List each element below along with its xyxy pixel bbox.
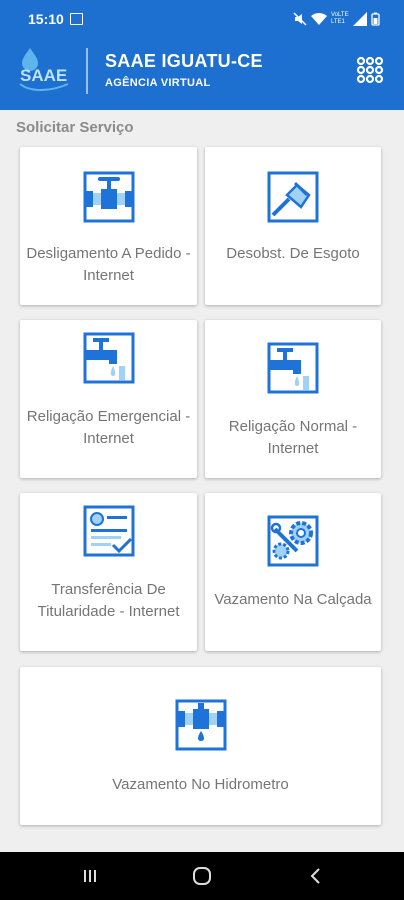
status-bar: 15:10 VoLTE LTE1 [0,0,404,38]
service-label: Desligamento A Pedido - Internet [26,245,191,284]
system-nav-bar [0,852,404,900]
service-label: Transferência De Titularidade - Internet [37,581,180,620]
apps-grid-icon[interactable] [356,56,384,84]
service-card-religacao-normal[interactable]: Religação Normal - Internet [205,320,381,478]
gallery-notification-icon [70,13,83,25]
faucet-icon [267,342,319,394]
service-card-desligamento[interactable]: Desligamento A Pedido - Internet [20,147,197,305]
service-card-desobstrucao[interactable]: Desobst. De Esgoto [205,147,381,305]
back-icon[interactable] [306,866,326,886]
document-check-icon [83,505,134,557]
home-icon[interactable] [192,866,212,886]
valve-pipe-icon [83,171,134,223]
service-card-vazamento-hidrometro[interactable]: Vazamento No Hidrometro [20,667,381,825]
battery-icon [371,12,380,26]
service-card-vazamento-calcada[interactable]: Vazamento Na Calçada [205,493,381,651]
saae-logo: SAAE [19,48,69,91]
mute-icon [293,12,307,26]
service-label: Religação Normal - Internet [228,418,358,457]
status-icons: VoLTE LTE1 [293,11,380,27]
service-label: Religação Emergencial - Internet [26,408,191,447]
section-title: Solicitar Serviço [16,119,134,136]
service-card-religacao-emergencial[interactable]: Religação Emergencial - Internet [20,320,197,478]
plunger-icon [267,171,319,223]
service-label: Vazamento No Hidrometro [112,776,289,793]
pipe-leak-icon [175,699,226,751]
service-list: Solicitar Serviço Desligamento A Pedido … [0,110,404,852]
signal-icon [353,12,367,26]
app-header: SAAE SAAE IGUATU-CE AGÊNCIA VIRTUAL [0,38,404,110]
service-label: Vazamento Na Calçada [214,591,372,608]
app-subtitle: AGÊNCIA VIRTUAL [105,77,211,89]
recent-apps-icon[interactable] [80,866,100,886]
wifi-icon [311,12,327,25]
gear-wrench-icon [267,515,319,567]
service-card-transferencia[interactable]: Transferência De Titularidade - Internet [20,493,197,651]
status-time: 15:10 [28,11,64,27]
faucet-icon [83,332,134,384]
header-divider [86,48,88,94]
network-label: VoLTE LTE1 [331,12,349,25]
app-title: SAAE IGUATU-CE [105,51,263,71]
service-label: Desobst. De Esgoto [226,245,360,262]
svg-text:SAAE: SAAE [20,66,67,85]
